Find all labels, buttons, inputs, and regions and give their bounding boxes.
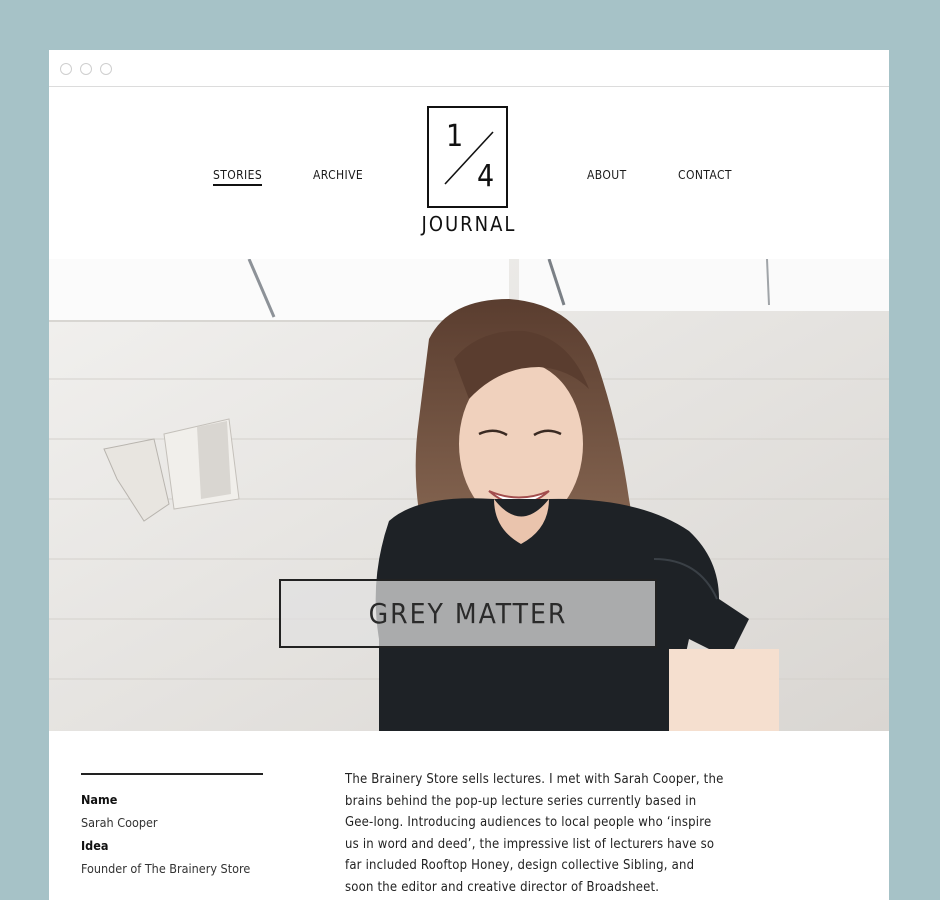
hero-title: GREY MATTER [368,597,568,630]
nav-contact[interactable]: CONTACT [678,168,732,182]
nav-archive[interactable]: ARCHIVE [313,168,363,182]
name-value: Sarah Cooper [81,815,158,830]
nav-about[interactable]: ABOUT [587,168,627,182]
story-meta: Name Sarah Cooper Idea Founder of The Br… [81,788,321,880]
browser-window: STORIES ARCHIVE 1 4 JOURNAL ABOUT CONTAC… [49,50,889,900]
logo-frame: 1 4 [427,106,508,208]
nav-stories[interactable]: STORIES [213,168,263,186]
window-chrome [49,50,889,87]
window-minimize-button[interactable] [80,63,92,75]
window-close-button[interactable] [60,63,72,75]
idea-value: Founder of The Brainery Store [81,861,251,876]
meta-divider [81,773,263,775]
hero-title-box: GREY MATTER [279,579,657,648]
name-label: Name [81,792,118,807]
logo-denominator: 4 [477,159,495,194]
hero-image: GREY MATTER [49,259,889,731]
hero-photo [49,259,889,731]
window-maximize-button[interactable] [100,63,112,75]
article-intro: The Brainery Store sells lectures. I met… [345,772,724,895]
logo-wordmark: JOURNAL [421,212,517,236]
idea-label: Idea [81,838,109,853]
